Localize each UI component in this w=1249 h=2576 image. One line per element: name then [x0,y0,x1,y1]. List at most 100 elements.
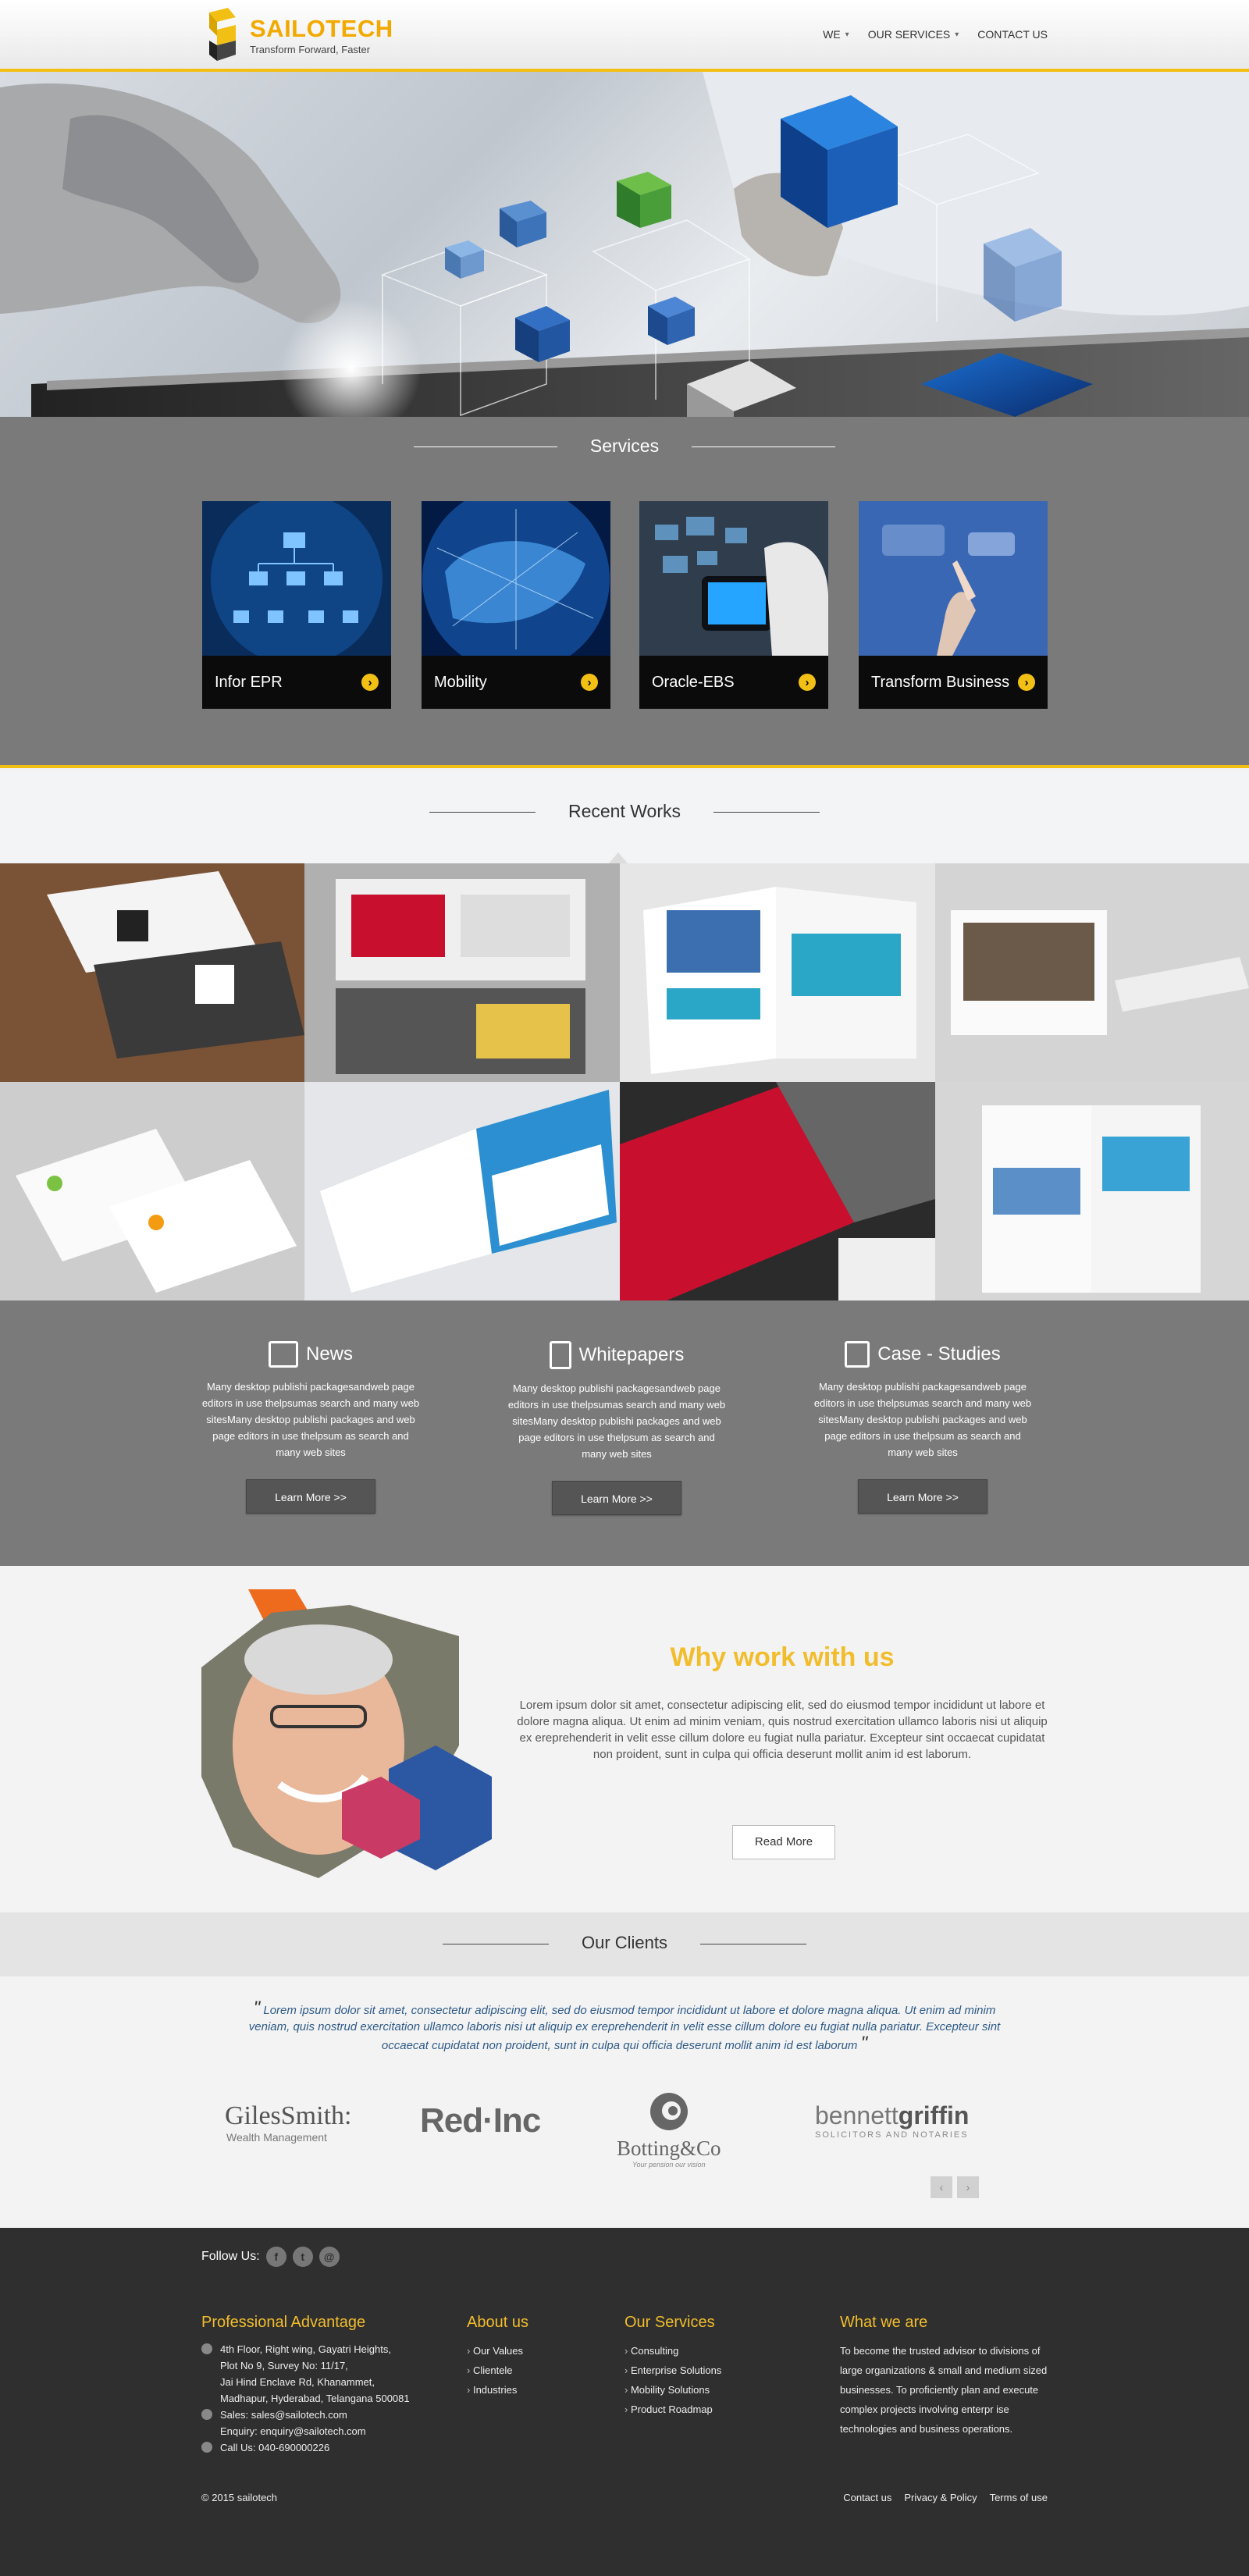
contact-block: Sales: sales@sailotech.com Enquiry: enqu… [201,2407,436,2439]
service-card-label: Infor EPR [215,673,283,691]
nav-label: OUR SERVICES [867,28,951,41]
nav-item-our-services[interactable]: OUR SERVICES ▾ [868,28,959,41]
service-card-infor-epr[interactable]: Infor EPR › [202,501,391,709]
service-card-oracle-ebs[interactable]: Oracle-EBS › [639,501,828,709]
services-heading: Services [0,436,1249,457]
resource-title: News [305,1343,353,1364]
learn-more-button[interactable]: Learn More >> [552,1481,681,1515]
footer-link-contact-us[interactable]: Contact us [843,2492,891,2503]
arrow-right-icon[interactable]: › [799,674,816,691]
resource-title: Case - Studies [877,1343,1001,1364]
footer-link-enterprise-solutions[interactable]: Enterprise Solutions [624,2361,721,2380]
section-title: Services [589,436,660,456]
client-logo-gilessmith[interactable]: GilesSmith: Wealth Management [225,2101,351,2144]
quote-close-icon: " [860,2033,868,2054]
work-tile-serious-business[interactable] [620,1082,935,1300]
copyright: © 2015 sailotech [201,2492,278,2503]
twitter-icon[interactable]: t [292,2247,313,2267]
chevron-left-icon[interactable]: ‹ [931,2176,952,2198]
nav-item-we[interactable]: WE ▾ [823,28,849,41]
chevron-right-icon[interactable]: › [957,2176,979,2198]
resource-case-studies: Case - Studies Many desktop publishi pac… [807,1341,1038,1514]
address-line: Jai Hind Enclave Rd, Khanammet, [220,2376,375,2388]
read-more-button[interactable]: Read More [732,1825,835,1859]
hero-illustration [0,72,1249,417]
footer-link-product-roadmap[interactable]: Product Roadmap [624,2400,721,2419]
footer-professional-advantage: Professional Advantage 4th Floor, Right … [201,2314,436,2456]
logo-mark-icon [209,8,236,61]
recent-works-heading: Recent Works [0,801,1249,822]
why-description: Lorem ipsum dolor sit amet, consectetur … [517,1699,1048,1761]
work-image [304,1082,620,1300]
client-logo-bennettgriffin[interactable]: bennettgriffin SOLICITORS AND NOTARIES [815,2101,969,2140]
footer-link-privacy-policy[interactable]: Privacy & Policy [904,2492,977,2503]
hero-banner [0,72,1249,417]
facebook-icon[interactable]: f [265,2247,286,2267]
arrow-right-icon[interactable]: › [361,674,379,691]
footer-link-our-values[interactable]: Our Values [467,2341,528,2361]
brand-tagline: Transform Forward, Faster [250,44,371,55]
phone-number[interactable]: Call Us: 040-690000226 [220,2439,436,2456]
work-image [0,1082,304,1300]
divider [713,812,820,813]
work-image [935,863,1249,1082]
work-tile-blue-brochure[interactable] [304,1082,620,1300]
address-line: Plot No 9, Survey No: 11/17, [220,2360,348,2371]
testimonial-quote: " Lorem ipsum dolor sit amet, consectetu… [247,1999,1002,2054]
sales-email[interactable]: Sales: sales@sailotech.com [220,2407,436,2423]
work-tile-brochure-tv[interactable] [304,863,620,1082]
case-study-icon [845,1341,870,1368]
service-card-mobility[interactable]: Mobility › [422,501,610,709]
work-tile-hotel-book[interactable] [935,863,1249,1082]
footer-heading: About us [467,2314,528,2331]
work-tile-travel-magazine[interactable] [935,1082,1249,1300]
clients-pager: ‹ › [931,2176,979,2198]
enquiry-email[interactable]: Enquiry: enquiry@sailotech.com [220,2423,436,2439]
arrow-right-icon[interactable]: › [1018,674,1035,691]
divider [429,812,536,813]
section-title: Our Clients [581,1933,668,1952]
brand-name: SAILOTECH [250,15,393,42]
footer-link-clientele[interactable]: Clientele [467,2361,528,2380]
footer-link-terms-of-use[interactable]: Terms of use [990,2492,1048,2503]
work-tile-business-cards[interactable] [0,863,304,1082]
resource-description: Many desktop publishi packagesandweb pag… [507,1382,726,1460]
learn-more-button[interactable]: Learn More >> [246,1479,375,1514]
resources-section: News Many desktop publishi packagesandwe… [0,1300,1249,1566]
work-tile-strategies-brochure[interactable] [620,863,935,1082]
client-logo-redinc[interactable]: Red·Inc [420,2101,541,2140]
clients-section: " Lorem ipsum dolor sit amet, consectetu… [0,1976,1249,2228]
services-section: Services Infor EPR › Mobility › Oracle-E… [0,417,1249,768]
client-name-bold: griffin [898,2101,970,2129]
phone-icon [201,2442,212,2453]
footer-link-consulting[interactable]: Consulting [624,2341,721,2361]
address-line: Madhapur, Hyderabad, Telangana 500081 [220,2393,410,2404]
arrow-right-icon[interactable]: › [581,674,598,691]
work-tile-white-cards[interactable] [0,1082,304,1300]
footer-what-we-are: What we are To become the trusted adviso… [840,2314,1049,2439]
resource-description: Many desktop publishi packagesandweb pag… [813,1381,1032,1458]
service-card-bar: Transform Business › [859,656,1048,709]
resource-description: Many desktop publishi packagesandweb pag… [201,1381,420,1458]
resource-news: News Many desktop publishi packagesandwe… [195,1341,426,1514]
nav-item-contact-us[interactable]: CONTACT US [977,28,1048,41]
service-card-bar: Oracle-EBS › [639,656,828,709]
site-header: SAILOTECH Transform Forward, Faster WE ▾ … [0,0,1249,72]
clients-heading: Our Clients [0,1933,1249,1953]
why-work-with-us-section: Why work with us Lorem ipsum dolor sit a… [0,1566,1249,1912]
clients-header: Our Clients [0,1912,1249,1976]
main-nav: WE ▾ OUR SERVICES ▾ CONTACT US [823,28,1048,41]
client-name: Red·Inc [420,2101,541,2140]
section-title: Recent Works [568,801,681,821]
service-card-label: Transform Business [871,673,1010,691]
resource-whitepapers: Whitepapers Many desktop publishi packag… [501,1341,732,1515]
learn-more-button[interactable]: Learn More >> [858,1479,987,1514]
footer-link-mobility-solutions[interactable]: Mobility Solutions [624,2380,721,2400]
footer-bottom-links: Contact us Privacy & Policy Terms of use [843,2492,1048,2503]
resource-title: Whitepapers [578,1344,685,1365]
client-logo-botting[interactable]: Botting&Co Your pension our vision [617,2090,721,2169]
email-icon[interactable]: @ [318,2247,340,2267]
service-card-transform-business[interactable]: Transform Business › [859,501,1048,709]
footer-link-industries[interactable]: Industries [467,2380,528,2400]
logo[interactable]: SAILOTECH Transform Forward, Faster [201,6,393,64]
